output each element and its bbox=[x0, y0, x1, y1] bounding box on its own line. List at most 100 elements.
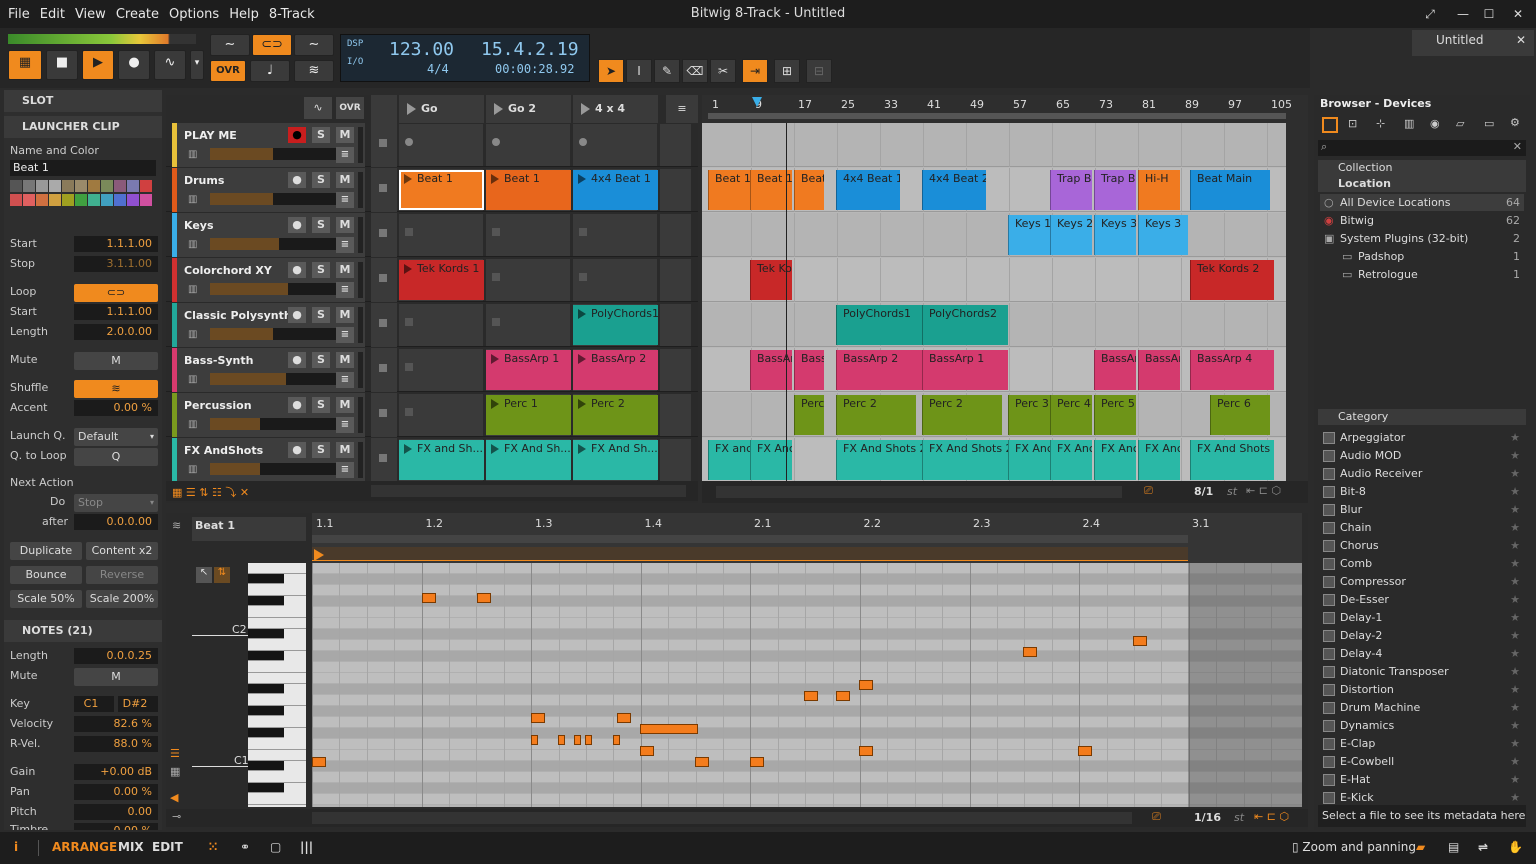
multisamples-tab-icon[interactable]: ▥ bbox=[1404, 117, 1414, 130]
track-header[interactable]: Classic Polysynth ▥ ● S M ≡ bbox=[172, 303, 365, 347]
piano-key[interactable] bbox=[248, 761, 284, 771]
color-swatch[interactable] bbox=[114, 194, 126, 206]
link-icon[interactable]: ⊟ bbox=[806, 59, 832, 83]
mixer-panel-icon[interactable]: ⇌ bbox=[1478, 840, 1488, 854]
piano-key[interactable] bbox=[248, 585, 306, 596]
reverse-button[interactable]: Reverse bbox=[86, 566, 158, 584]
clip-slot[interactable] bbox=[399, 214, 484, 256]
menu-help[interactable]: Help bbox=[224, 7, 264, 22]
clip-slot[interactable] bbox=[573, 259, 658, 301]
accent-field[interactable]: 0.00 % bbox=[74, 400, 158, 416]
menu-file[interactable]: File bbox=[3, 7, 35, 22]
clip-slot[interactable] bbox=[399, 349, 484, 391]
midi-note[interactable] bbox=[640, 746, 654, 756]
category-item[interactable]: Distortion ★ bbox=[1320, 681, 1524, 699]
favorite-star-icon[interactable]: ★ bbox=[1510, 627, 1520, 645]
color-swatch[interactable] bbox=[140, 180, 152, 192]
category-item[interactable]: Chorus ★ bbox=[1320, 537, 1524, 555]
close-tab-icon[interactable]: ✕ bbox=[1516, 30, 1526, 50]
track-header[interactable]: Percussion ▥ ● S M ≡ bbox=[172, 393, 365, 437]
play-button[interactable]: ▶ bbox=[82, 50, 114, 80]
scene-header[interactable]: Go bbox=[399, 95, 484, 123]
solo-button[interactable]: S bbox=[312, 262, 330, 278]
favorite-star-icon[interactable]: ★ bbox=[1510, 681, 1520, 699]
fold-keys-icon[interactable]: ↖ bbox=[196, 567, 212, 583]
tempo-display[interactable]: 123.00 bbox=[389, 39, 454, 60]
solo-button[interactable]: S bbox=[312, 172, 330, 188]
midi-note[interactable] bbox=[836, 691, 850, 701]
category-item[interactable]: Blur ★ bbox=[1320, 501, 1524, 519]
midi-note[interactable] bbox=[859, 680, 873, 690]
scene-menu-icon[interactable]: ≡ bbox=[666, 95, 698, 123]
launcher-clip[interactable]: BassArp 2 bbox=[573, 350, 658, 390]
volume-fader[interactable] bbox=[210, 463, 336, 475]
category-item[interactable]: Compressor ★ bbox=[1320, 573, 1524, 591]
mute-button[interactable]: M bbox=[336, 217, 354, 233]
midi-note[interactable] bbox=[804, 691, 818, 701]
arranger-clip[interactable]: Beat bbox=[794, 170, 824, 210]
stop-field[interactable]: 3.1.1.00 bbox=[74, 256, 158, 272]
color-swatch[interactable] bbox=[101, 180, 113, 192]
color-swatch[interactable] bbox=[75, 194, 87, 206]
arranger-clip[interactable]: BassAr bbox=[1138, 350, 1180, 390]
editor-zoom-value[interactable]: 1/16 bbox=[1194, 811, 1221, 824]
curve-out-button[interactable]: ∼ bbox=[294, 34, 334, 56]
pitch-field[interactable]: 0.00 bbox=[74, 804, 158, 820]
after-field[interactable]: 0.0.0.00 bbox=[74, 514, 158, 530]
piano-key[interactable] bbox=[248, 739, 306, 750]
favorite-star-icon[interactable]: ★ bbox=[1510, 645, 1520, 663]
midi-note[interactable] bbox=[1023, 647, 1037, 657]
window-layout-icon[interactable]: ▢ bbox=[270, 840, 281, 854]
timbre-field[interactable]: 0.00 % bbox=[74, 823, 158, 830]
record-arm-button[interactable]: ● bbox=[288, 442, 306, 458]
fullscreen-icon[interactable]: ⤢ bbox=[1422, 6, 1438, 22]
track-menu-icon[interactable]: ≡ bbox=[336, 462, 354, 478]
color-swatch[interactable] bbox=[10, 194, 22, 206]
arranger-lane[interactable] bbox=[702, 213, 1286, 257]
piano-key[interactable] bbox=[248, 662, 306, 673]
columns-icon[interactable]: ||| bbox=[300, 840, 313, 854]
track-menu-icon[interactable]: ≡ bbox=[336, 237, 354, 253]
arranger-clip[interactable]: Perc 2 bbox=[922, 395, 1002, 435]
launcher-clip[interactable]: FX And Sh... bbox=[486, 440, 571, 480]
midi-note[interactable] bbox=[1133, 636, 1147, 646]
piano-key[interactable] bbox=[248, 607, 306, 618]
clip-slot[interactable] bbox=[486, 304, 571, 346]
midi-note[interactable] bbox=[695, 757, 709, 767]
volume-fader[interactable] bbox=[210, 193, 336, 205]
clear-search-icon[interactable]: ✕ bbox=[1513, 140, 1522, 153]
color-swatch[interactable] bbox=[23, 180, 35, 192]
category-item[interactable]: De-Esser ★ bbox=[1320, 591, 1524, 609]
launcher-clip[interactable]: BassArp 1 bbox=[486, 350, 571, 390]
arranger-clip[interactable]: FX anc bbox=[708, 440, 750, 480]
arranger-clip[interactable]: Keys 3 bbox=[1094, 215, 1136, 255]
location-item[interactable]: ▭ Padshop 1 bbox=[1320, 248, 1524, 265]
shuffle-icon[interactable]: ⁙ bbox=[208, 840, 218, 854]
menu-8-track[interactable]: 8-Track bbox=[264, 7, 320, 22]
category-item[interactable]: Chain ★ bbox=[1320, 519, 1524, 537]
minimize-icon[interactable]: — bbox=[1455, 6, 1471, 22]
fit-icon[interactable]: ⇤ ⊏ ⬡ bbox=[1246, 484, 1281, 497]
color-swatch[interactable] bbox=[75, 180, 87, 192]
piano-key[interactable] bbox=[248, 783, 284, 793]
volume-fader[interactable] bbox=[210, 328, 336, 340]
start-field[interactable]: 1.1.1.00 bbox=[74, 236, 158, 252]
speaker-icon[interactable]: ◀ bbox=[170, 791, 178, 804]
q-to-loop-button[interactable]: Q bbox=[74, 448, 158, 466]
record-arm-button[interactable]: ● bbox=[288, 397, 306, 413]
category-item[interactable]: Bit-8 ★ bbox=[1320, 483, 1524, 501]
color-swatch[interactable] bbox=[62, 180, 74, 192]
track-header[interactable]: Drums ▥ ● S M ≡ bbox=[172, 168, 365, 212]
menu-create[interactable]: Create bbox=[111, 7, 164, 22]
time-signature[interactable]: 4/4 bbox=[427, 62, 449, 76]
clip-name-field[interactable]: Beat 1 bbox=[10, 160, 156, 176]
color-swatch[interactable] bbox=[140, 194, 152, 206]
launch-q-select[interactable]: Default ▾ bbox=[74, 428, 158, 446]
solo-button[interactable]: S bbox=[312, 352, 330, 368]
zoom-icon[interactable]: ⎚ bbox=[1144, 484, 1153, 498]
key-high-field[interactable]: D#2 bbox=[118, 696, 158, 712]
launcher-scrollbar[interactable] bbox=[371, 485, 686, 497]
category-item[interactable]: E-Hat ★ bbox=[1320, 771, 1524, 789]
midi-note[interactable] bbox=[558, 735, 565, 745]
scene-header[interactable]: Go 2 bbox=[486, 95, 571, 123]
